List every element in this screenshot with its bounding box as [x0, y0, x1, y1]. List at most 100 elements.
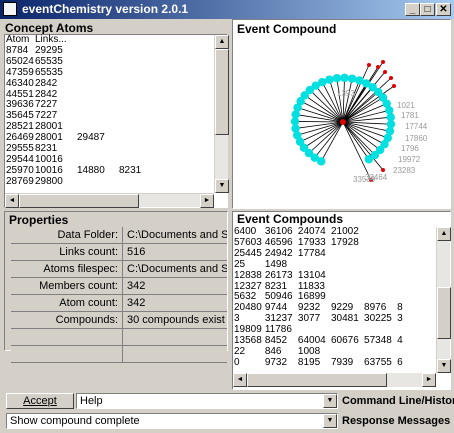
atom-row[interactable]: 28769 29800 — [6, 175, 149, 188]
compound-row[interactable]: 57603 46596 17933 17928 — [234, 236, 434, 249]
response-messages-dropdown-button[interactable]: ▼ — [323, 414, 337, 428]
atom-cell — [77, 144, 119, 155]
compound-cell: 60676 — [330, 335, 359, 347]
compound-cell — [424, 347, 434, 358]
compound-cell — [424, 238, 434, 249]
compound-cell: 0 — [234, 356, 240, 368]
compound-cell — [424, 260, 434, 271]
compound-cell — [397, 271, 424, 282]
property-label — [11, 329, 123, 345]
atom-cell — [77, 46, 119, 57]
atom-cell — [119, 46, 149, 57]
compound-cell: 57348 — [364, 335, 392, 347]
compound-row[interactable]: 12838 26173 13104 — [234, 269, 434, 282]
graph-node-secondary — [381, 168, 385, 172]
compound-cell — [364, 249, 397, 260]
compound-cell — [397, 238, 424, 249]
atoms-scroll-right-button[interactable]: ► — [200, 194, 214, 208]
compound-cell: 17784 — [297, 247, 326, 259]
compound-cell: 12838 — [234, 269, 262, 281]
compound-cell: 63755 — [364, 356, 392, 368]
command-line-dropdown-button[interactable]: ▼ — [323, 394, 337, 408]
graph-node-secondary — [381, 60, 385, 64]
property-value[interactable]: 516 — [123, 244, 227, 260]
compounds-scroll-left-button[interactable]: ◄ — [233, 373, 247, 387]
graph-edge — [342, 121, 370, 160]
response-messages-value: Show compound complete — [10, 415, 140, 427]
compound-cell: 30481 — [330, 313, 359, 325]
compound-cell — [397, 260, 424, 271]
atom-cell — [119, 111, 149, 122]
compounds-scroll-up-button[interactable]: ▲ — [437, 227, 451, 241]
compounds-vscroll-thumb[interactable] — [437, 287, 451, 339]
compound-cell — [424, 336, 434, 347]
compound-cell: 13104 — [297, 269, 326, 281]
property-row: Links count: 516 — [11, 244, 227, 261]
compound-cell — [424, 292, 434, 303]
compounds-vscrollbar[interactable]: ▲ ▼ — [436, 227, 451, 373]
atom-cell — [77, 111, 119, 122]
property-value[interactable] — [123, 329, 227, 345]
property-value[interactable]: C:\Documents and S — [123, 227, 227, 243]
atoms-vscroll-thumb[interactable] — [215, 49, 229, 135]
property-value[interactable]: 342 — [123, 278, 227, 294]
event-compound-panel[interactable]: Event Compound 1021 1781 17744 17860 1796 199… — [232, 19, 451, 209]
graph-node-label: 1021 — [397, 101, 415, 110]
compound-row[interactable]: 13568 8452 64004 60676 57348 4 — [234, 335, 434, 347]
atom-cell: 29800 — [35, 175, 63, 187]
close-button[interactable]: ✕ — [436, 3, 451, 16]
compound-cell: 17928 — [330, 236, 359, 248]
property-value[interactable]: 342 — [123, 295, 227, 311]
event-compounds-list[interactable]: 6400 36106 24074 21002 57603 46596 17933 17928 2… — [234, 227, 434, 373]
atoms-scroll-up-button[interactable]: ▲ — [215, 35, 229, 49]
atoms-hscroll-thumb[interactable] — [19, 194, 139, 208]
graph-node — [347, 74, 357, 83]
compounds-hscrollbar[interactable]: ◄ ► — [233, 373, 436, 387]
compounds-hscroll-thumb[interactable] — [247, 373, 387, 387]
accept-button[interactable]: Accept — [6, 393, 74, 409]
compound-cell — [364, 271, 397, 282]
graph-edge — [342, 121, 385, 145]
atom-row[interactable]: 47359 65535 — [6, 67, 149, 79]
compound-row[interactable]: 12327 8231 11833 — [234, 281, 434, 293]
atom-cell — [119, 90, 149, 101]
compound-cell — [397, 249, 424, 260]
compound-row[interactable]: 25445 24942 17784 — [234, 247, 434, 260]
compound-cell: 9732 — [264, 356, 288, 368]
compound-cell — [331, 249, 364, 260]
response-messages-combo[interactable]: Show compound complete — [6, 413, 338, 429]
atom-cell — [119, 79, 149, 90]
atoms-vscrollbar[interactable]: ▲ ▼ — [214, 35, 229, 193]
event-compound-graph[interactable]: 1021178117744178601796199722328333539334… — [233, 20, 450, 208]
graph-node-secondary — [367, 63, 371, 67]
compound-row[interactable]: 25 1498 — [234, 259, 434, 271]
property-value[interactable]: C:\Documents and S — [123, 261, 227, 277]
property-value[interactable] — [123, 346, 227, 362]
atom-cell: 14880 — [77, 164, 105, 176]
atom-cell — [119, 68, 149, 79]
minimize-button[interactable]: _ — [405, 3, 420, 16]
properties-title: Properties — [9, 213, 69, 227]
atom-cell — [119, 144, 149, 155]
compounds-scroll-right-button[interactable]: ► — [422, 373, 436, 387]
compound-row[interactable]: 0 9732 8195 7939 63755 6 — [234, 356, 434, 369]
atoms-scroll-down-button[interactable]: ▼ — [215, 179, 229, 193]
graph-node-secondary — [392, 84, 396, 88]
atoms-scroll-left-button[interactable]: ◄ — [5, 194, 19, 208]
event-compounds-title: Event Compounds — [237, 212, 344, 226]
concept-atoms-list[interactable]: Atom Links... 8784 29295 65024 65535 47359 65… — [4, 34, 229, 208]
compound-row[interactable]: 3 31237 3077 30481 30225 3 — [234, 313, 434, 325]
property-value[interactable]: 30 compounds exist — [123, 312, 227, 328]
graph-node — [364, 155, 373, 164]
maximize-button[interactable]: □ — [420, 3, 435, 16]
event-compounds-panel[interactable]: Event Compounds 6400 36106 24074 21002 57603… — [232, 211, 451, 390]
atom-cell: 46340 — [6, 77, 34, 89]
graph-node-label: 23283 — [393, 166, 416, 175]
compounds-scroll-down-button[interactable]: ▼ — [437, 359, 451, 373]
atom-row[interactable]: 46340 2842 — [6, 77, 149, 90]
atoms-hscrollbar[interactable]: ◄ ► — [5, 193, 214, 208]
title-bar: eventChemistry version 2.0.1 _ □ ✕ — [0, 0, 454, 19]
compound-cell — [424, 249, 434, 260]
compound-cell: 26173 — [264, 269, 293, 281]
command-line-combo[interactable]: Help — [76, 393, 338, 409]
